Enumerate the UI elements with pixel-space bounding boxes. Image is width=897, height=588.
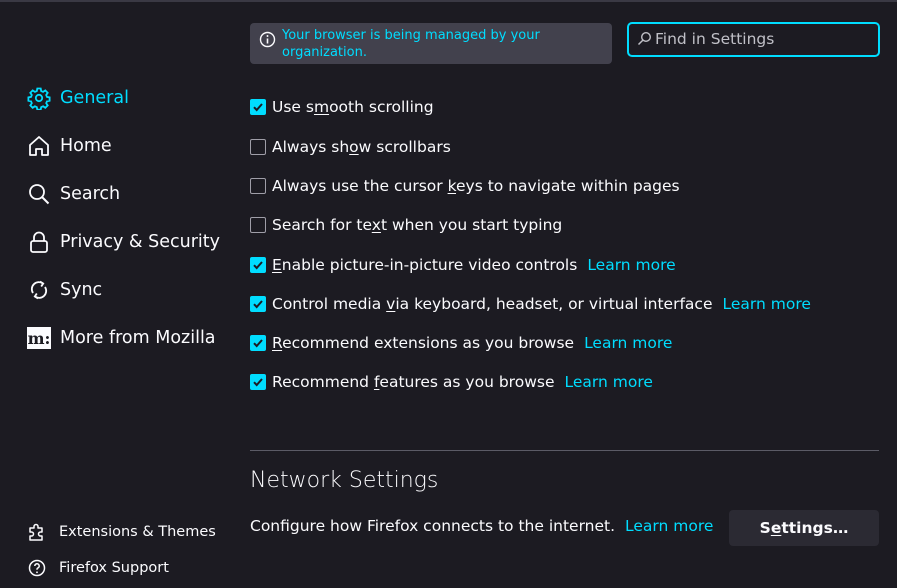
checkbox-unchecked[interactable] [250, 217, 266, 233]
option-recommend-features[interactable]: Recommend features as you browse Learn m… [250, 370, 653, 394]
search-icon [637, 31, 652, 46]
option-label: Always show scrollbars [272, 138, 451, 156]
option-always-show-scrollbars[interactable]: Always show scrollbars [250, 135, 451, 159]
option-recommend-extensions[interactable]: Recommend extensions as you browse Learn… [250, 331, 672, 355]
network-settings-button[interactable]: Se ttings… [729, 510, 879, 546]
extensions-themes-link[interactable]: Extensions & Themes [27, 520, 216, 544]
learn-more-link[interactable]: Learn more [722, 295, 810, 313]
checkbox-unchecked[interactable] [250, 139, 266, 155]
svg-text:m:: m: [28, 329, 51, 348]
checkbox-checked[interactable] [250, 257, 266, 273]
settings-search-input[interactable] [655, 28, 870, 50]
top-border [0, 0, 897, 2]
learn-more-link[interactable]: Learn more [625, 517, 713, 535]
sidebar-item-privacy[interactable]: Privacy & Security [27, 226, 220, 258]
network-settings-description: Configure how Firefox connects to the in… [250, 517, 714, 535]
option-label: Always use the cursor keys to navigate w… [272, 177, 680, 195]
sidebar-item-search[interactable]: Search [27, 178, 120, 210]
sync-icon [27, 278, 51, 302]
section-divider [250, 450, 879, 451]
footer-item-label: Extensions & Themes [59, 524, 216, 540]
option-label: Use smooth scrolling [272, 98, 434, 116]
option-picture-in-picture[interactable]: Enable picture-in-picture video controls… [250, 253, 676, 277]
home-icon [27, 134, 51, 158]
option-label: Recommend features as you browse [272, 373, 555, 391]
option-label: Search for text when you start typing [272, 216, 563, 234]
settings-search-box[interactable] [627, 22, 880, 57]
sidebar-item-label: More from Mozilla [60, 328, 216, 348]
checkbox-checked[interactable] [250, 374, 266, 390]
sidebar-item-home[interactable]: Home [27, 130, 112, 162]
managed-policy-link[interactable]: Your browser is being managed by your or… [282, 27, 582, 61]
help-icon [27, 558, 47, 578]
sidebar-item-label: General [60, 88, 129, 108]
sidebar-item-label: Privacy & Security [60, 232, 220, 252]
mozilla-logo-icon: m: [27, 326, 51, 350]
learn-more-link[interactable]: Learn more [587, 256, 675, 274]
option-cursor-keys[interactable]: Always use the cursor keys to navigate w… [250, 174, 680, 198]
checkbox-checked[interactable] [250, 296, 266, 312]
option-label: Control media via keyboard, headset, or … [272, 295, 713, 313]
sidebar-item-general[interactable]: General [27, 82, 129, 114]
footer-item-label: Firefox Support [59, 560, 169, 576]
option-search-when-typing[interactable]: Search for text when you start typing [250, 213, 562, 237]
puzzle-icon [27, 522, 47, 542]
sidebar-item-label: Search [60, 184, 121, 204]
option-label: Recommend extensions as you browse [272, 334, 575, 352]
sidebar-item-label: Sync [60, 280, 103, 300]
sidebar-item-label: Home [60, 136, 112, 156]
sidebar-item-sync[interactable]: Sync [27, 274, 102, 306]
learn-more-link[interactable]: Learn more [564, 373, 652, 391]
option-smooth-scrolling[interactable]: Use smooth scrolling [250, 95, 434, 119]
learn-more-link[interactable]: Learn more [584, 334, 672, 352]
checkbox-checked[interactable] [250, 99, 266, 115]
info-icon [259, 31, 276, 48]
lock-icon [27, 230, 51, 254]
search-icon [27, 182, 51, 206]
option-label: Enable picture-in-picture video controls [272, 256, 578, 274]
checkbox-checked[interactable] [250, 335, 266, 351]
firefox-support-link[interactable]: Firefox Support [27, 556, 169, 580]
option-media-control[interactable]: Control media via keyboard, headset, or … [250, 292, 811, 316]
network-settings-title: Network Settings [250, 468, 439, 493]
gear-icon [27, 86, 51, 110]
sidebar-item-more-from-mozilla[interactable]: m: More from Mozilla [27, 322, 216, 354]
checkbox-unchecked[interactable] [250, 178, 266, 194]
managed-policy-banner: Your browser is being managed by your or… [250, 23, 612, 64]
